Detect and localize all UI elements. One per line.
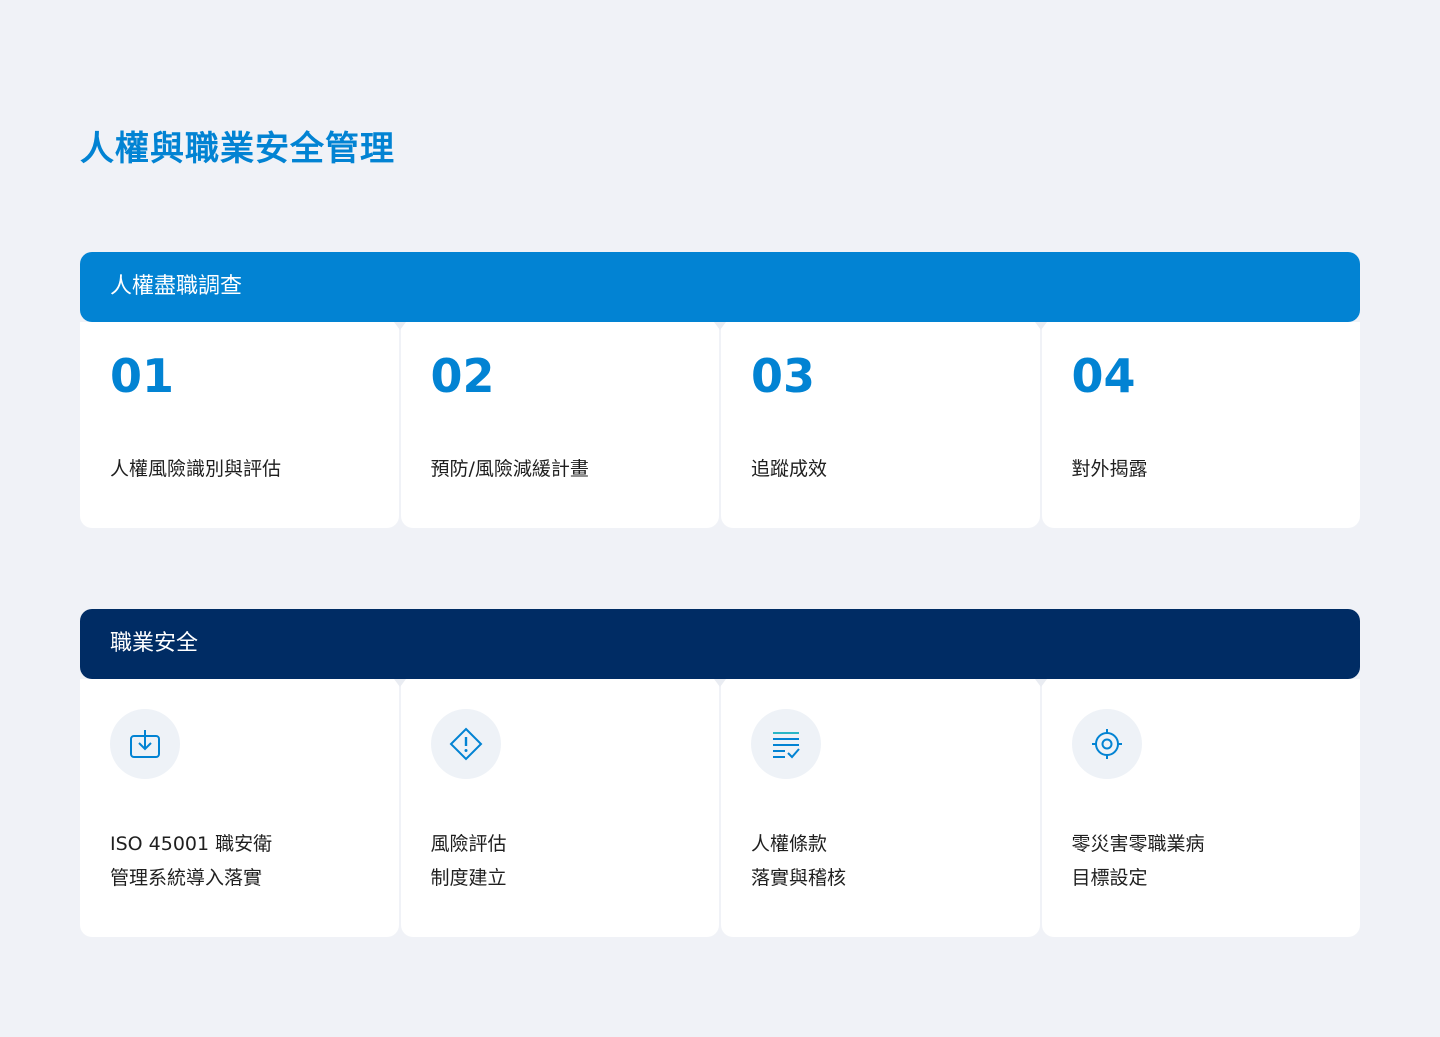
safety-item-line2: 目標設定 (1071, 867, 1148, 889)
safety-item-card: 人權條款 落實與稽核 (714, 679, 1040, 937)
step-label: 對外揭露 (1071, 458, 1148, 480)
card-notch (393, 322, 406, 330)
safety-item-line1: 人權條款 (751, 833, 828, 855)
safety-item-line2: 制度建立 (430, 867, 507, 889)
step-card: 02 預防/風險減緩計畫 (393, 322, 719, 528)
step-number: 03 (751, 349, 816, 403)
step-label: 追蹤成效 (751, 458, 828, 480)
occupational-safety-header: 職業安全 (80, 609, 1360, 679)
target-icon (1091, 729, 1122, 759)
safety-item-line1: 零災害零職業病 (1071, 833, 1205, 855)
card-notch (714, 679, 726, 687)
card-notch (393, 679, 406, 687)
download-tray-icon (130, 730, 160, 758)
safety-item-text: 風險評估 制度建立 (431, 827, 507, 895)
safety-item-card: 零災害零職業病 目標設定 (1034, 679, 1360, 937)
step-card: 03 追蹤成效 (714, 322, 1040, 528)
safety-item-line1: 風險評估 (430, 833, 507, 855)
warning-diamond-icon (449, 727, 482, 761)
step-number: 04 (1071, 349, 1136, 403)
step-card: 01 人權風險識別與評估 (80, 322, 399, 528)
safety-item-card: 風險評估 制度建立 (393, 679, 719, 937)
due-diligence-header: 人權盡職調查 (80, 252, 1360, 322)
safety-item-line2: 落實與稽核 (751, 867, 847, 889)
icon-circle (430, 709, 501, 779)
due-diligence-section: 人權盡職調查 01 人權風險識別與評估 02 預防/風險減緩計畫 03 追蹤成效… (80, 252, 1360, 528)
card-notch (1034, 322, 1047, 330)
due-diligence-steps: 01 人權風險識別與評估 02 預防/風險減緩計畫 03 追蹤成效 04 對外揭… (80, 322, 1360, 528)
step-label: 預防/風險減緩計畫 (430, 458, 589, 480)
icon-circle (751, 709, 821, 779)
safety-item-card: ISO 45001 職安衛 管理系統導入落實 (80, 679, 399, 937)
step-label: 人權風險識別與評估 (110, 458, 282, 480)
occupational-safety-items: ISO 45001 職安衛 管理系統導入落實 風險評估 制度建立 人權條款 落實… (80, 679, 1360, 937)
step-number: 02 (430, 349, 495, 403)
safety-item-text: 零災害零職業病 目標設定 (1072, 827, 1205, 895)
card-notch (1034, 679, 1047, 687)
occupational-safety-section: 職業安全 ISO 45001 職安衛 管理系統導入落實 風險評估 制度建立 人權… (80, 609, 1360, 937)
safety-item-line1: ISO 45001 職安衛 (110, 833, 273, 855)
card-notch (714, 322, 726, 330)
icon-circle (110, 709, 180, 779)
page-title: 人權與職業安全管理 (80, 129, 395, 169)
step-number: 01 (110, 349, 175, 403)
safety-item-text: ISO 45001 職安衛 管理系統導入落實 (110, 827, 272, 895)
step-card: 04 對外揭露 (1034, 322, 1360, 528)
checklist-icon (773, 732, 800, 759)
icon-circle (1071, 709, 1142, 779)
safety-item-text: 人權條款 落實與稽核 (751, 827, 846, 895)
safety-item-line2: 管理系統導入落實 (110, 867, 263, 889)
